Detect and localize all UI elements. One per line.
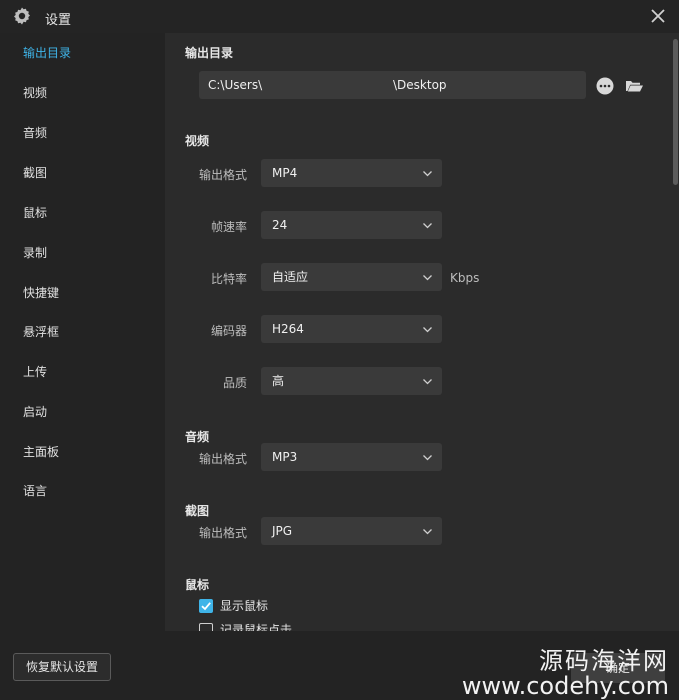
scrollbar-thumb[interactable] [673,39,678,185]
sidebar-item-hotkeys[interactable]: 快捷键 [0,273,165,313]
fps-value: 24 [272,218,288,232]
fps-label: 帧速率 [210,220,247,234]
bitrate-select[interactable]: 自适应 [261,263,442,291]
record-clicks-label: 记录鼠标点击 [220,623,293,631]
sidebar-item-main-panel[interactable]: 主面板 [0,432,165,472]
watermark: 源码海洋网 www.codehy.com [461,647,669,700]
sidebar-item-startup[interactable]: 启动 [0,392,165,432]
footer-bar: 恢复默认设置 确定 源码海洋网 www.codehy.com [0,631,679,700]
chevron-down-icon [423,223,432,229]
output-path-suffix: \Desktop [393,78,447,92]
bitrate-label: 比特率 [210,272,247,286]
settings-content: 输出目录 C:\Users\ \Desktop 视频 输出格式 MP4 帧速率 … [165,33,679,631]
audio-format-value: MP3 [272,450,298,464]
screenshot-format-value: JPG [272,524,293,538]
video-format-select[interactable]: MP4 [261,159,442,187]
quality-value: 高 [272,374,285,388]
chevron-down-icon [423,379,432,385]
screenshot-section-title: 截图 [185,504,210,518]
mouse-section-title: 鼠标 [185,578,210,592]
output-dir-title: 输出目录 [185,46,234,60]
more-options-icon[interactable] [595,76,615,96]
screenshot-format-label: 输出格式 [198,526,247,540]
scrollbar[interactable] [671,33,679,631]
encoder-select[interactable]: H264 [261,315,442,343]
output-path-prefix: C:\Users\ [208,78,263,92]
audio-format-select[interactable]: MP3 [261,443,442,471]
bitrate-unit: Kbps [450,271,480,285]
fps-select[interactable]: 24 [261,211,442,239]
chevron-down-icon [423,171,432,177]
quality-select[interactable]: 高 [261,367,442,395]
watermark-line-1: 源码海洋网 [539,647,669,675]
title-bar: 设置 [0,0,679,33]
sidebar-item-audio[interactable]: 音频 [0,113,165,153]
chevron-down-icon [423,529,432,535]
checkbox-checked-icon [199,599,213,613]
sidebar-item-recording[interactable]: 录制 [0,233,165,273]
chevron-down-icon [423,275,432,281]
video-format-label: 输出格式 [198,168,247,182]
close-icon[interactable] [649,7,667,25]
folder-open-icon[interactable] [624,76,644,96]
record-clicks-checkbox[interactable]: 记录鼠标点击 [199,621,339,631]
watermark-line-2: www.codehy.com [461,672,669,700]
sidebar-item-output-dir[interactable]: 输出目录 [0,33,165,73]
settings-sidebar: 输出目录 视频 音频 截图 鼠标 录制 快捷键 悬浮框 上传 启动 主面板 语言 [0,33,165,631]
encoder-value: H264 [272,322,304,336]
sidebar-item-upload[interactable]: 上传 [0,352,165,392]
audio-section-title: 音频 [185,430,210,444]
output-path-field[interactable]: C:\Users\ \Desktop [199,71,586,99]
video-format-value: MP4 [272,166,298,180]
gear-icon [14,7,31,25]
quality-label: 品质 [222,376,247,390]
checkbox-unchecked-icon [199,623,213,631]
sidebar-item-mouse[interactable]: 鼠标 [0,193,165,233]
video-section-title: 视频 [185,134,210,148]
sidebar-item-screenshot[interactable]: 截图 [0,153,165,193]
show-cursor-checkbox[interactable]: 显示鼠标 [199,597,319,615]
sidebar-item-video[interactable]: 视频 [0,73,165,113]
sidebar-item-floating-box[interactable]: 悬浮框 [0,312,165,352]
sidebar-item-language[interactable]: 语言 [0,471,165,511]
window-title: 设置 [45,13,72,28]
bitrate-value: 自适应 [272,270,309,284]
show-cursor-label: 显示鼠标 [220,599,269,613]
reset-defaults-button[interactable]: 恢复默认设置 [13,653,111,681]
chevron-down-icon [423,455,432,461]
audio-format-label: 输出格式 [198,452,247,466]
screenshot-format-select[interactable]: JPG [261,517,442,545]
encoder-label: 编码器 [210,324,247,338]
chevron-down-icon [423,327,432,333]
